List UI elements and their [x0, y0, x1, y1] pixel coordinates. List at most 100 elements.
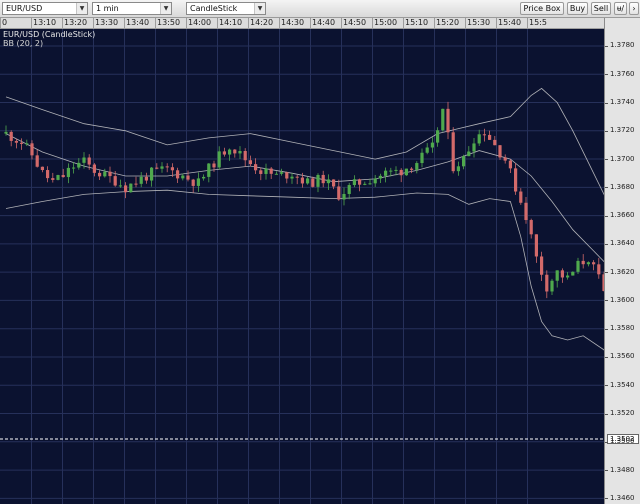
price-tick-label: 1.3480 — [610, 465, 635, 474]
time-tick-label: 0 — [2, 18, 8, 27]
price-tick-label: 1.3740 — [610, 98, 635, 106]
candle-body-up — [441, 108, 445, 131]
price-tick-label: 1.3780 — [610, 41, 635, 50]
candle-body-down — [124, 185, 128, 193]
price-tick-label: 1.3640 — [610, 239, 635, 248]
candle-body-down — [108, 171, 112, 177]
price-tick — [605, 45, 608, 47]
candle-body-up — [217, 151, 221, 168]
price-tick-label: 1.3700 — [610, 154, 635, 163]
candle-body-up — [139, 176, 143, 184]
candle-body-up — [342, 193, 346, 200]
candle-body-down — [337, 186, 341, 200]
candle-body-up — [4, 131, 8, 134]
candle-body-down — [446, 108, 450, 133]
price-tick-label: 1.3620 — [610, 267, 635, 276]
candle-body-up — [420, 152, 424, 164]
candle-body-down — [14, 140, 18, 143]
candle-body-down — [581, 260, 585, 265]
price-tick-label: 1.3660 — [610, 211, 635, 220]
chart-type-select-value: CandleStick — [190, 4, 238, 13]
candle-body-down — [295, 176, 299, 178]
timeframe-select-value: 1 min — [96, 4, 119, 13]
symbol-select-value: EUR/USD — [6, 4, 43, 13]
candle-body-down — [134, 183, 138, 185]
time-tick-label: 14:30 — [281, 18, 305, 27]
candle-body-up — [571, 271, 575, 276]
buy-button[interactable]: Buy — [567, 2, 588, 15]
candle-body-up — [56, 175, 60, 180]
price-tick — [605, 272, 608, 274]
chart-type-select[interactable]: CandleStick ▼ — [186, 2, 266, 15]
candle-body-up — [25, 143, 29, 145]
bollinger-bands-label: BB (20, 2) — [3, 39, 44, 48]
candle-body-up — [347, 185, 351, 194]
candle-body-down — [35, 155, 39, 167]
candle-body-up — [576, 260, 580, 272]
candle-body-down — [98, 172, 102, 177]
time-tick-label: 14:50 — [343, 18, 367, 27]
price-tick-label: 1.3500 — [610, 437, 635, 446]
time-tick-label: 13:40 — [126, 18, 150, 27]
price-axis: 1.3502 1.3780 1.3760 1.3740 1.3720 1.3700 1.3… — [604, 18, 640, 504]
candle-body-down — [534, 234, 538, 257]
candle-body-up — [264, 168, 268, 174]
chevron-down-icon[interactable]: ▼ — [254, 3, 265, 14]
candle-body-up — [477, 134, 481, 144]
candle-body-down — [40, 166, 44, 171]
price-box-button[interactable]: Price Box — [520, 2, 564, 15]
candle-body-down — [482, 134, 486, 136]
price-tick-label: 1.3520 — [610, 409, 635, 418]
candle-body-down — [540, 256, 544, 275]
candle-body-down — [493, 139, 497, 146]
chevron-down-icon[interactable]: ▼ — [160, 3, 171, 14]
candle-body-up — [430, 142, 434, 148]
candle-body-up — [290, 176, 294, 179]
candle-body-down — [358, 179, 362, 185]
candle-body-up — [129, 183, 133, 193]
candle-body-down — [191, 179, 195, 186]
candle-body-up — [586, 262, 590, 265]
candle-body-down — [30, 143, 34, 156]
candle-body-up — [368, 183, 372, 185]
candle-body-down — [186, 175, 190, 180]
price-tick — [605, 441, 608, 443]
time-tick-label: 14:40 — [312, 18, 336, 27]
candle-body-up — [550, 280, 554, 292]
price-tick — [605, 498, 608, 500]
candle-body-up — [467, 151, 471, 157]
candle-body-up — [415, 163, 419, 170]
price-tick — [605, 356, 608, 358]
candle-body-up — [316, 174, 320, 187]
candle-body-up — [352, 179, 356, 186]
candlestick-chart[interactable] — [0, 29, 604, 504]
price-tick — [605, 130, 608, 132]
timeframe-select[interactable]: 1 min ▼ — [92, 2, 172, 15]
candle-body-down — [519, 191, 523, 203]
price-tick — [605, 300, 608, 302]
chevron-down-icon[interactable]: ▼ — [76, 3, 87, 14]
candle-body-up — [118, 185, 122, 187]
indicator-button[interactable]: ᵾ/ — [614, 2, 627, 15]
price-tick-label: 1.3560 — [610, 352, 635, 361]
candle-body-up — [196, 178, 200, 186]
chart-background — [0, 29, 604, 504]
toolbar-overflow-button[interactable]: › — [629, 2, 639, 15]
sell-button[interactable]: Sell — [591, 2, 611, 15]
time-tick-label: 14:20 — [250, 18, 274, 27]
candle-body-up — [160, 166, 164, 169]
candle-body-up — [425, 147, 429, 153]
time-tick-label: 13:50 — [157, 18, 181, 27]
price-tick — [605, 385, 608, 387]
candle-body-up — [472, 143, 476, 152]
price-tick-label: 1.3760 — [610, 69, 635, 78]
candle-body-down — [233, 149, 237, 154]
price-tick — [605, 413, 608, 415]
symbol-select[interactable]: EUR/USD ▼ — [2, 2, 88, 15]
candle-body-up — [202, 176, 206, 179]
time-axis: 0 13:10 13:20 13:30 13:40 13:50 14:00 14:10 14:2… — [0, 18, 604, 29]
candle-body-down — [508, 160, 512, 169]
time-tick-label: 15:10 — [405, 18, 429, 27]
candle-body-up — [82, 157, 86, 163]
time-tick-label: 15:40 — [498, 18, 522, 27]
